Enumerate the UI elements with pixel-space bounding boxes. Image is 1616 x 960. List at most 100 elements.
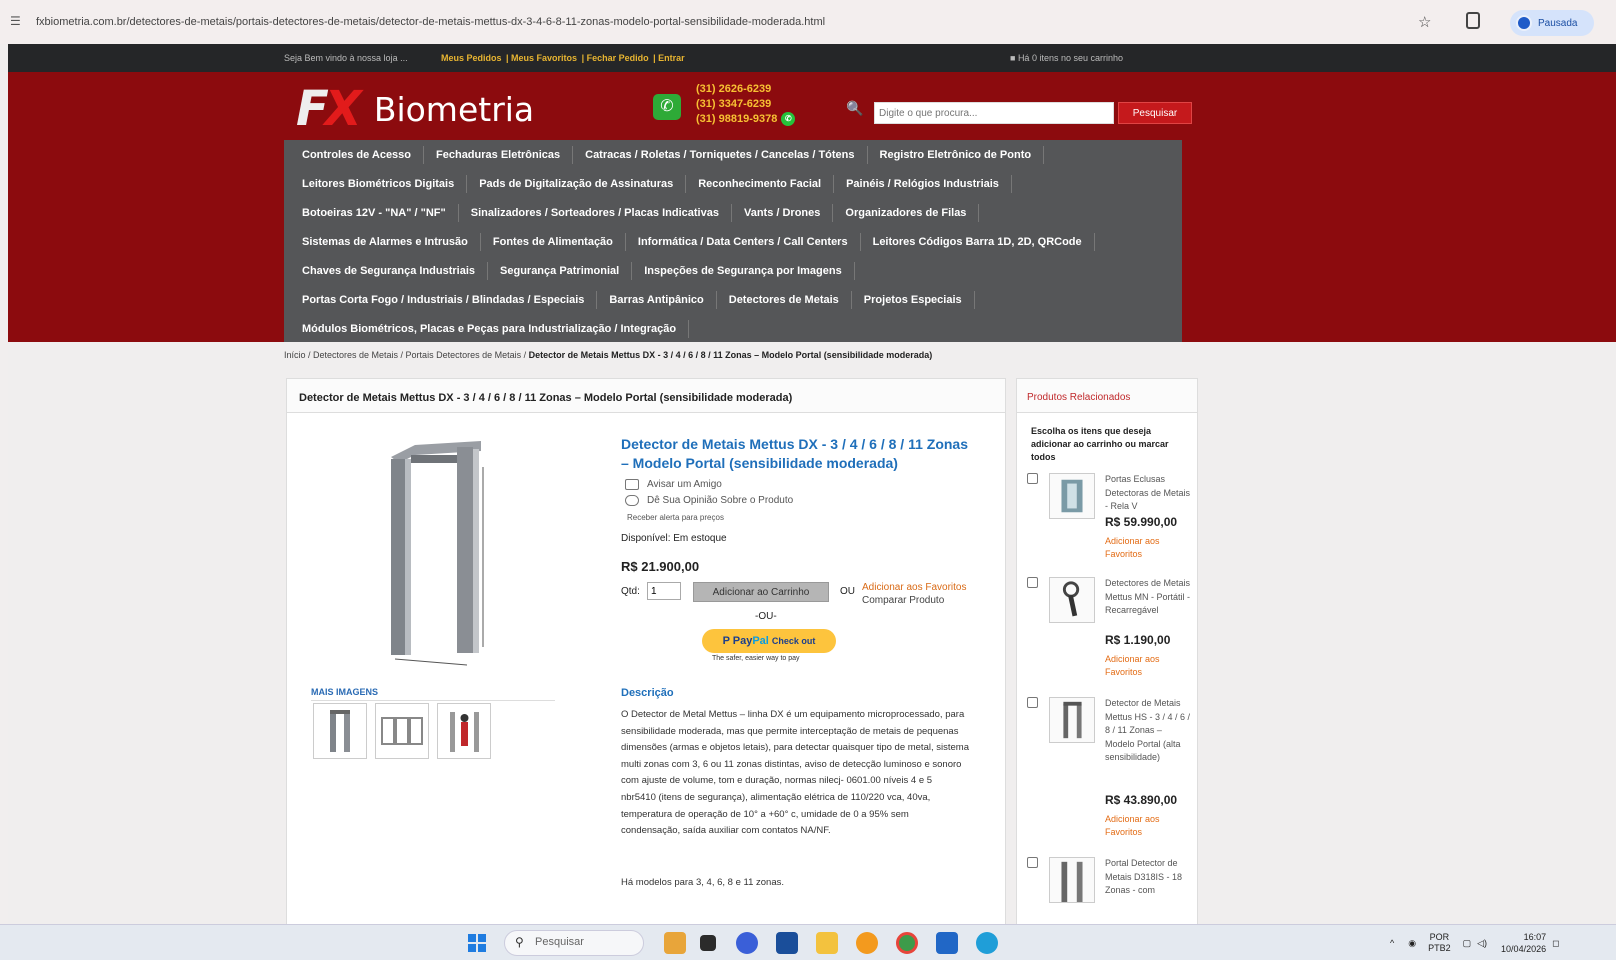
menu-item[interactable]: Fechaduras Eletrônicas — [424, 145, 574, 164]
compare-link[interactable]: Comparar Produto — [862, 595, 944, 606]
menu-item[interactable]: Sinalizadores / Sorteadores / Placas Ind… — [459, 203, 732, 222]
related-name[interactable]: Detectores de Metais Mettus MN - Portáti… — [1105, 577, 1193, 618]
breadcrumb-path[interactable]: Início / Detectores de Metais / Portais … — [284, 350, 529, 360]
related-fav-link[interactable]: Adicionar aos Favoritos — [1105, 653, 1185, 679]
menu-item[interactable]: Sistemas de Alarmes e Intrusão — [290, 232, 481, 251]
product-image[interactable] — [385, 437, 493, 669]
app-icon[interactable] — [856, 932, 878, 954]
menu-item[interactable]: Painéis / Relógios Industriais — [834, 174, 1012, 193]
related-name[interactable]: Portal Detector de Metais D318IS - 18 Zo… — [1105, 857, 1193, 898]
menu-item[interactable]: Organizadores de Filas — [833, 203, 980, 222]
menu-item[interactable]: Botoeiras 12V - "NA" / "NF" — [290, 203, 459, 222]
language-indicator[interactable]: POR PTB2 — [1428, 932, 1451, 954]
edge-icon[interactable] — [976, 932, 998, 954]
related-checkbox[interactable] — [1027, 857, 1038, 868]
qty-input[interactable] — [647, 582, 681, 600]
menu-item[interactable]: Catracas / Roletas / Torniquetes / Cance… — [573, 145, 868, 164]
menu-item[interactable]: Registro Eletrônico de Ponto — [868, 145, 1045, 164]
related-checkbox[interactable] — [1027, 473, 1038, 484]
thumbnail-2[interactable] — [375, 703, 429, 759]
related-image[interactable] — [1049, 473, 1095, 519]
menu-item[interactable]: Reconhecimento Facial — [686, 174, 835, 193]
related-image[interactable] — [1049, 857, 1095, 903]
bookmark-star-icon[interactable]: ☆ — [1418, 13, 1431, 31]
thumbnail-3[interactable] — [437, 703, 491, 759]
my-orders-link[interactable]: Meus Pedidos — [441, 53, 502, 63]
account-links: Meus Pedidos | Meus Favoritos | Fechar P… — [441, 53, 685, 63]
related-name[interactable]: Portas Eclusas Detectoras de Metais - Re… — [1105, 473, 1193, 514]
checkout-link[interactable]: Fechar Pedido — [587, 53, 649, 63]
wifi-icon[interactable]: ▢ — [1463, 938, 1472, 949]
menu-item[interactable]: Fontes de Alimentação — [481, 232, 626, 251]
menu-row: Portas Corta Fogo / Industriais / Blinda… — [284, 285, 1182, 314]
menu-item[interactable]: Informática / Data Centers / Call Center… — [626, 232, 861, 251]
related-fav-link[interactable]: Adicionar aos Favoritos — [1105, 813, 1185, 839]
mail-icon — [625, 479, 639, 490]
login-link[interactable]: Entrar — [658, 53, 685, 63]
site-header: FX Biometria ✆ (31) 2626-6239 (31) 3347-… — [8, 72, 1616, 342]
related-image[interactable] — [1049, 577, 1095, 623]
search-button[interactable]: Pesquisar — [1118, 102, 1192, 124]
profile-button[interactable]: Pausada — [1510, 10, 1594, 36]
menu-item[interactable]: Módulos Biométricos, Placas e Peças para… — [290, 319, 690, 338]
cart-summary[interactable]: ■ Há 0 itens no seu carrinho — [1010, 53, 1123, 63]
menu-item[interactable]: Segurança Patrimonial — [488, 261, 633, 280]
menu-row: Chaves de Segurança Industriais Segurança… — [284, 256, 1182, 285]
price-alert-link[interactable]: Receber alerta para preços — [627, 513, 724, 522]
paypal-pay: Pay — [732, 635, 753, 647]
menu-item[interactable]: Pads de Digitalização de Assinaturas — [467, 174, 687, 193]
store-icon[interactable] — [776, 932, 798, 954]
related-checkbox[interactable] — [1027, 577, 1038, 588]
clock-date: 10/04/2026 — [1501, 944, 1547, 954]
my-favorites-link[interactable]: Meus Favoritos — [511, 53, 577, 63]
taskbar-search[interactable]: ⚲ Pesquisar — [504, 930, 644, 956]
paypal-checkout-button[interactable]: P PayPal Check out — [702, 629, 836, 653]
volume-icon[interactable]: ◁) — [1477, 938, 1487, 949]
related-name[interactable]: Detector de Metais Mettus HS - 3 / 4 / 6… — [1105, 697, 1193, 765]
thumbnail-1[interactable] — [313, 703, 367, 759]
windows-start-icon[interactable] — [468, 934, 486, 952]
description-more: Há modelos para 3, 4, 6, 8 e 11 zonas. — [621, 877, 785, 888]
review-link[interactable]: Dê Sua Opinião Sobre o Produto — [625, 495, 793, 506]
related-products: Produtos Relacionados Escolha os itens q… — [1016, 378, 1198, 924]
phone-3-row: (31) 98819-9378 ✆ — [696, 112, 796, 127]
task-view-icon[interactable] — [700, 935, 716, 951]
menu-item[interactable]: Portas Corta Fogo / Industriais / Blinda… — [290, 290, 598, 309]
chat-icon[interactable] — [736, 932, 758, 954]
site-logo[interactable]: FX Biometria — [296, 81, 586, 137]
add-to-favorites-link[interactable]: Adicionar aos Favoritos — [862, 582, 967, 593]
add-to-cart-button[interactable]: Adicionar ao Carrinho — [693, 582, 829, 602]
paypal-pal: Pal — [752, 635, 769, 647]
menu-item[interactable]: Leitores Biométricos Digitais — [290, 174, 468, 193]
menu-item[interactable]: Leitores Códigos Barra 1D, 2D, QRCode — [861, 232, 1095, 251]
profile-label: Pausada — [1538, 17, 1578, 29]
chrome-icon[interactable] — [896, 932, 918, 954]
related-checkbox[interactable] — [1027, 697, 1038, 708]
related-image[interactable] — [1049, 697, 1095, 743]
notification-bell-icon[interactable]: ◻ — [1552, 938, 1559, 949]
site-info-icon[interactable]: ☰ — [10, 14, 26, 30]
category-menu: Controles de Acesso Fechaduras Eletrônica… — [284, 140, 1182, 342]
related-item: Detector de Metais Mettus HS - 3 / 4 / 6… — [1027, 697, 1197, 847]
menu-item[interactable]: Detectores de Metais — [717, 290, 852, 309]
extensions-icon[interactable] — [1466, 12, 1480, 29]
chevron-up-icon[interactable]: ^ — [1390, 938, 1394, 948]
file-explorer-icon[interactable] — [816, 932, 838, 954]
menu-item[interactable]: Vants / Drones — [732, 203, 834, 222]
widgets-icon[interactable] — [664, 932, 686, 954]
whatsapp-icon[interactable]: ✆ — [781, 112, 796, 127]
outlook-icon[interactable] — [936, 932, 958, 954]
availability: Disponível: Em estoque — [621, 533, 727, 544]
menu-item[interactable]: Controles de Acesso — [290, 145, 425, 164]
search-input[interactable] — [874, 102, 1114, 124]
address-bar[interactable]: fxbiometria.com.br/detectores-de-metais/… — [36, 16, 1416, 28]
menu-row: Sistemas de Alarmes e Intrusão Fontes de … — [284, 227, 1182, 256]
related-fav-link[interactable]: Adicionar aos Favoritos — [1105, 535, 1185, 561]
tell-friend-link[interactable]: Avisar um Amigo — [625, 479, 722, 490]
menu-item[interactable]: Barras Antipânico — [597, 290, 717, 309]
menu-item[interactable]: Chaves de Segurança Industriais — [290, 261, 489, 280]
menu-item[interactable]: Projetos Especiais — [852, 290, 975, 309]
clock[interactable]: 16:07 10/04/2026 — [1501, 931, 1546, 955]
menu-item[interactable]: Inspeções de Segurança por Imagens — [632, 261, 855, 280]
network-icon[interactable]: ◉ — [1408, 938, 1416, 949]
